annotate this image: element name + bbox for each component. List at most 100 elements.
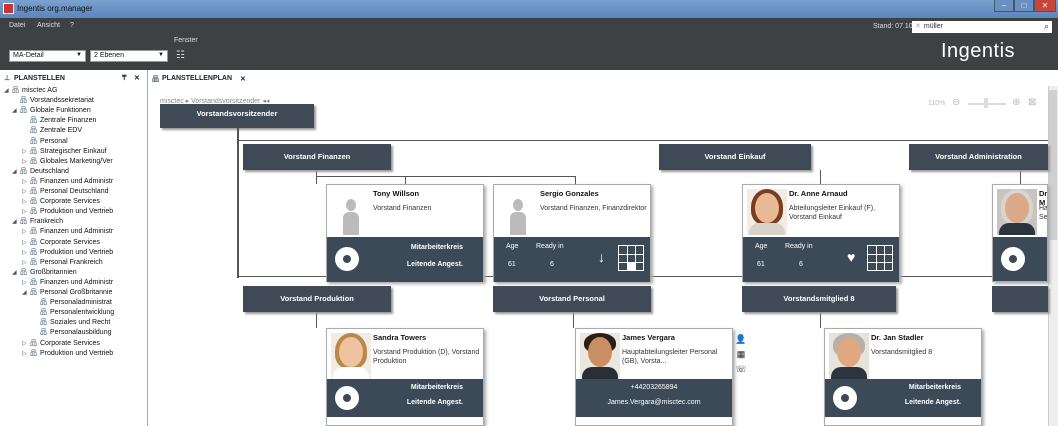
close-tab-icon[interactable]: ✕ <box>240 75 246 83</box>
tree-item-label: Finanzen und Administr <box>40 278 114 286</box>
expand-toggle-icon[interactable]: ◢ <box>12 107 20 114</box>
view-select[interactable]: MA-Detail ▼ <box>9 50 86 62</box>
tree-item[interactable]: 品 Vorstandssekretariat <box>12 95 147 105</box>
clear-search-icon[interactable]: ✕ <box>915 23 921 30</box>
tree-item[interactable]: 品 Personal <box>22 136 147 146</box>
person-card-tony-willson[interactable]: Tony Willson Vorstand Finanzen Mitarbeit… <box>326 184 484 282</box>
fit-screen-icon[interactable]: ⊠ <box>1028 97 1036 108</box>
person-role: Vorstand Finanzen <box>373 205 432 212</box>
menu-ansicht[interactable]: Ansicht <box>37 22 60 29</box>
grid-icon[interactable]: ▦ <box>734 347 748 362</box>
person-card-partial[interactable]: Dr. M Hau Serv <box>992 184 1048 282</box>
tree-item[interactable]: 品 Zentrale Finanzen <box>22 115 147 125</box>
card-footer: Mitarbeiterkreis Leitende Angest. <box>327 237 483 282</box>
zoom-out-icon[interactable]: ⊖ <box>952 97 960 108</box>
expand-toggle-icon[interactable]: ▷ <box>22 228 30 235</box>
person-icon[interactable]: 👤 <box>734 332 748 347</box>
maximize-button[interactable]: □ <box>1014 0 1034 12</box>
tree-item[interactable]: 品 Soziales und Recht <box>32 317 147 327</box>
tree-item[interactable]: ▷ 品 Finanzen und Administr <box>22 176 147 186</box>
tree-item[interactable]: ▷ 品 Globales Marketing/Ver <box>22 156 147 166</box>
tree-item[interactable]: ▷ 品 Corporate Services <box>22 196 147 206</box>
tree-item[interactable]: 品 Personaladministrat <box>32 297 147 307</box>
node-vorstand-finanzen[interactable]: Vorstand Finanzen <box>243 144 391 170</box>
person-card-james-vergara[interactable]: James Vergara Hauptabteilungsleiter Pers… <box>575 328 733 426</box>
node-vorstand-administration[interactable]: Vorstand Administration <box>909 144 1048 170</box>
expand-toggle-icon[interactable]: ◢ <box>12 218 20 225</box>
tree-item[interactable]: ▷ 品 Finanzen und Administr <box>22 226 147 236</box>
tree-item[interactable]: ◢ 品 Großbritannien <box>12 267 147 277</box>
node-vorstand-produktion[interactable]: Vorstand Produktion <box>243 286 391 312</box>
expand-toggle-icon[interactable]: ◢ <box>4 87 12 94</box>
person-card-anne-arnaud[interactable]: Dr. Anne Arnaud Abteilungsleiter Einkauf… <box>742 184 900 282</box>
expand-toggle-icon[interactable]: ▷ <box>22 259 30 266</box>
expand-toggle-icon[interactable]: ▷ <box>22 208 30 215</box>
zoom-slider-handle[interactable] <box>984 98 988 108</box>
phone-number: +44203265894 <box>630 384 678 391</box>
expand-toggle-icon[interactable]: ◢ <box>12 269 20 276</box>
node-vorstand-einkauf[interactable]: Vorstand Einkauf <box>659 144 811 170</box>
tree-item[interactable]: 品 Personalentwicklung <box>32 307 147 317</box>
tree-item[interactable]: ▷ 品 Produktion und Vertrieb <box>22 247 147 257</box>
close-window-button[interactable]: ✕ <box>1034 0 1056 12</box>
tree-item[interactable]: ▷ 品 Personal Frankreich <box>22 257 147 267</box>
minimize-button[interactable]: – <box>994 0 1014 12</box>
expand-toggle-icon[interactable]: ▷ <box>22 188 30 195</box>
heart-icon: ♥ <box>847 249 856 265</box>
node-vorstandsvorsitzender[interactable]: Vorstandsvorsitzender <box>160 104 314 128</box>
tab-planstellenplan[interactable]: 品 PLANSTELLENPLAN ✕ <box>150 72 260 85</box>
search-input[interactable]: ✕ müller ⌕ <box>912 21 1052 33</box>
expand-toggle-icon[interactable]: ▷ <box>22 148 30 155</box>
menu-datei[interactable]: Datei <box>9 22 25 29</box>
tree-item[interactable]: ◢ 品 misctec AG <box>4 85 147 95</box>
expand-toggle-icon[interactable]: ▷ <box>22 350 30 357</box>
window-group-label: Fenster <box>174 37 198 44</box>
tree-item[interactable]: ▷ 品 Produktion und Vertrieb <box>22 348 147 358</box>
tree-item[interactable]: ▷ 品 Produktion und Vertrieb <box>22 206 147 216</box>
tree-item[interactable]: 品 Zentrale EDV <box>22 125 147 135</box>
org-unit-icon: 品 <box>30 208 37 216</box>
connector-line <box>573 310 574 328</box>
expand-toggle-icon[interactable]: ▷ <box>22 340 30 347</box>
tree-item[interactable]: ◢ 品 Personal Großbritannie <box>22 287 147 297</box>
zoom-in-icon[interactable]: ⊕ <box>1012 97 1020 108</box>
close-icon[interactable]: ✕ <box>134 74 140 82</box>
person-role: Vorstand Finanzen, Finanzdirektor <box>540 205 647 212</box>
org-unit-icon: 品 <box>30 177 37 185</box>
tree-item[interactable]: ▷ 品 Corporate Services <box>22 237 147 247</box>
expand-toggle-icon[interactable]: ▷ <box>22 279 30 286</box>
window-layout-icon[interactable]: ☷ <box>176 50 185 61</box>
tree-item[interactable]: ◢ 品 Deutschland <box>12 166 147 176</box>
node-vorstand-personal[interactable]: Vorstand Personal <box>493 286 651 312</box>
scrollbar-thumb[interactable] <box>1049 90 1057 240</box>
search-icon[interactable]: ⌕ <box>1044 21 1049 32</box>
tree-item[interactable]: ▷ 品 Finanzen und Administr <box>22 277 147 287</box>
expand-toggle-icon[interactable]: ◢ <box>22 289 30 296</box>
person-card-sergio-gonzales[interactable]: Sergio Gonzales Vorstand Finanzen, Finan… <box>493 184 651 282</box>
zoom-control[interactable]: 110% ⊖ ⊕ ⊠ <box>928 94 1046 114</box>
tree-item[interactable]: ▷ 品 Strategischer Einkauf <box>22 146 147 156</box>
expand-toggle-icon[interactable]: ◢ <box>12 168 20 175</box>
tree-item[interactable]: ◢ 品 Globale Funktionen <box>12 105 147 115</box>
menu-help[interactable]: ? <box>70 22 74 29</box>
expand-toggle-icon[interactable]: ▷ <box>22 158 30 165</box>
tree-item-label: Soziales und Recht <box>50 319 111 327</box>
expand-toggle-icon[interactable]: ▷ <box>22 239 30 246</box>
connector-line <box>405 176 406 184</box>
expand-toggle-icon[interactable]: ▷ <box>22 198 30 205</box>
node-partial[interactable] <box>992 286 1048 312</box>
org-unit-icon: 品 <box>30 258 37 266</box>
person-card-jan-stadler[interactable]: Dr. Jan Stadler Vorstandsmitglied 8 Mita… <box>824 328 982 426</box>
tree-item[interactable]: ▷ 品 Corporate Services <box>22 338 147 348</box>
phone-icon[interactable]: ☏ <box>734 362 748 377</box>
pin-icon[interactable]: ₸ <box>122 74 126 82</box>
connector-line <box>575 176 576 184</box>
tree-item[interactable]: ▷ 品 Personal Deutschland <box>22 186 147 196</box>
levels-select[interactable]: 2 Ebenen ▼ <box>90 50 168 62</box>
expand-toggle-icon[interactable]: ▷ <box>22 249 30 256</box>
tree-item[interactable]: ◢ 品 Frankreich <box>12 216 147 226</box>
tree-item[interactable]: 品 Personalausbildung <box>32 327 147 337</box>
person-card-sandra-towers[interactable]: Sandra Towers Vorstand Produktion (D), V… <box>326 328 484 426</box>
expand-toggle-icon[interactable]: ▷ <box>22 178 30 185</box>
node-vorstandsmitglied-8[interactable]: Vorstandsmitglied 8 <box>742 286 896 312</box>
